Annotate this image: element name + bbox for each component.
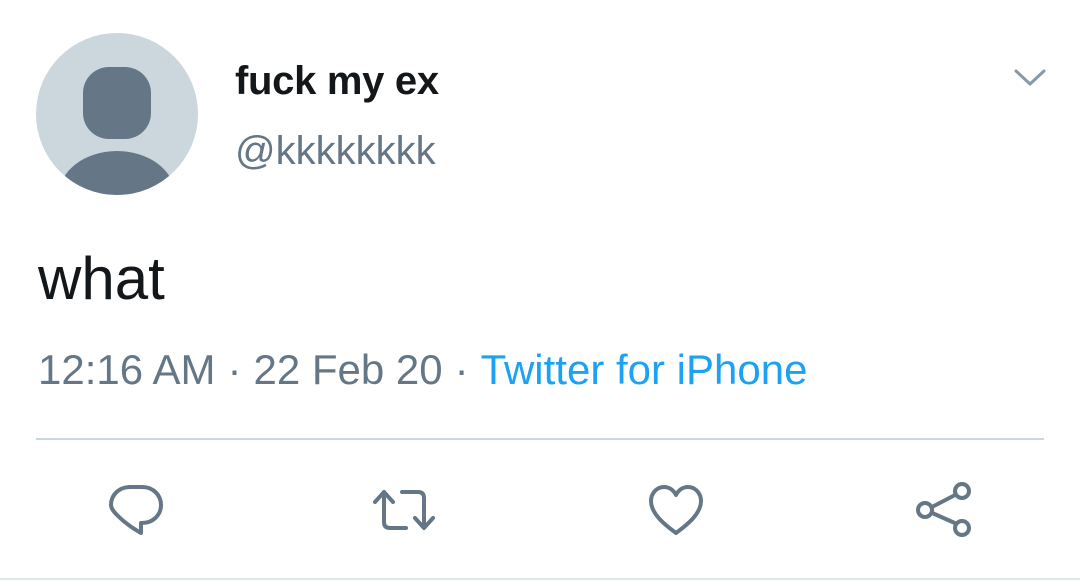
avatar[interactable]: [36, 33, 198, 195]
user-handle[interactable]: @kkkkkkkk: [235, 128, 436, 174]
tweet-meta: 12:16 AM · 22 Feb 20 · Twitter for iPhone: [38, 344, 807, 396]
default-profile-icon: [59, 67, 175, 195]
divider: [36, 438, 1044, 440]
tweet-text: what: [38, 245, 165, 312]
chevron-down-icon[interactable]: [1012, 64, 1048, 92]
share-icon: [916, 482, 971, 537]
reply-icon: [109, 485, 163, 535]
bottom-border: [0, 578, 1080, 580]
tweet-date: 22 Feb 20: [253, 346, 443, 393]
display-name[interactable]: fuck my ex: [235, 58, 439, 104]
like-icon: [649, 485, 703, 535]
retweet-icon: [373, 490, 435, 530]
retweet-button[interactable]: [372, 478, 436, 542]
share-button[interactable]: [912, 478, 976, 542]
tweet-time: 12:16 AM: [38, 346, 216, 393]
meta-separator: ·: [454, 346, 469, 393]
reply-button[interactable]: [104, 478, 168, 542]
like-button[interactable]: [644, 478, 708, 542]
tweet-source-link[interactable]: Twitter for iPhone: [481, 346, 808, 393]
meta-separator: ·: [227, 346, 242, 393]
